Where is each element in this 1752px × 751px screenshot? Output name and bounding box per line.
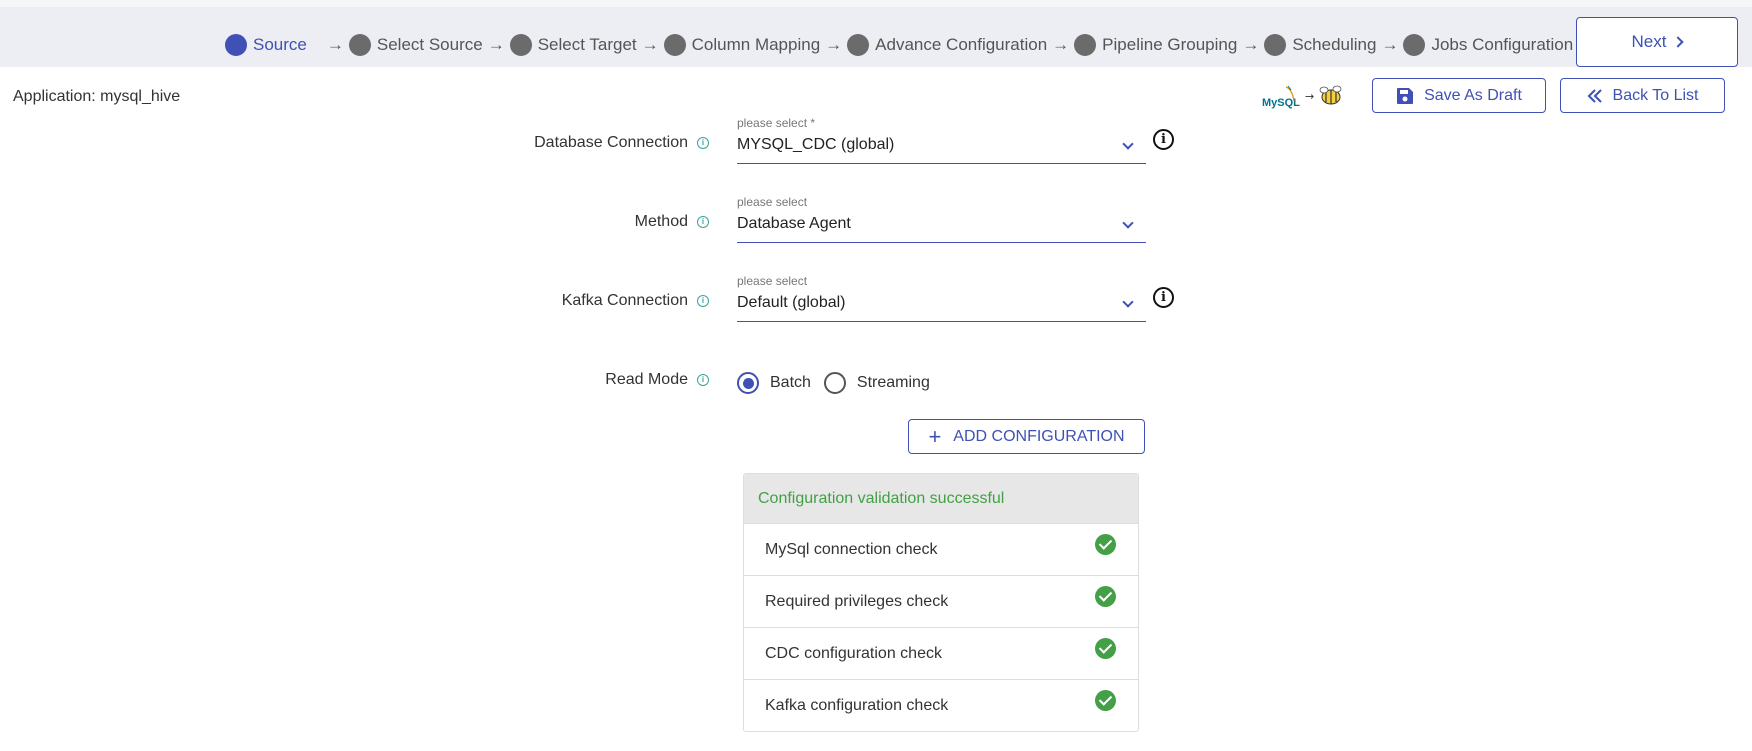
step-dot-icon (847, 34, 870, 56)
check-label: MySql connection check (765, 540, 938, 558)
step-column-mapping[interactable]: Column Mapping (663, 34, 821, 56)
validation-title: Configuration validation successful (744, 474, 1138, 523)
select-value: Default (global) (737, 294, 846, 311)
step-label: Column Mapping (691, 35, 821, 54)
step-arrow: → (825, 35, 843, 54)
application-name: Application: mysql_hive (13, 88, 181, 105)
check-row-mysql-connection: MySql connection check (744, 523, 1138, 575)
step-arrow: → (326, 35, 344, 54)
save-as-draft-label: Save As Draft (1424, 86, 1522, 104)
step-jobs-configuration[interactable]: Jobs Configuration (1403, 34, 1573, 56)
next-button-label: Next (1631, 32, 1667, 51)
step-advance-configuration[interactable]: Advance Configuration (847, 34, 1047, 56)
step-label: Jobs Configuration (1431, 35, 1574, 54)
step-label: Select Source (376, 35, 483, 54)
back-to-list-button[interactable]: Back To List (1560, 78, 1725, 113)
add-configuration-label: ADD CONFIGURATION (953, 427, 1125, 445)
step-label: Advance Configuration (875, 35, 1048, 54)
select-placeholder: please select (737, 195, 808, 209)
mysql-to-hive-logo: MySQL → (1260, 82, 1350, 112)
step-dot-icon (509, 34, 532, 56)
step-dot-icon (663, 34, 686, 56)
stepper: Source → Select Source → Select Target →… (225, 29, 1573, 61)
read-mode-label: Read Mode (605, 371, 688, 388)
step-scheduling[interactable]: Scheduling (1264, 34, 1376, 56)
next-button[interactable]: Next (1576, 17, 1738, 67)
check-circle-icon (1095, 690, 1116, 711)
streaming-radio[interactable] (823, 372, 846, 394)
info-circle-icon[interactable]: i (1153, 129, 1174, 150)
check-label: Required privileges check (765, 592, 949, 610)
check-row-kafka-configuration: Kafka configuration check (744, 679, 1138, 731)
step-label: Scheduling (1292, 35, 1377, 54)
select-placeholder: please select * (737, 116, 816, 130)
save-as-draft-button[interactable]: Save As Draft (1372, 78, 1546, 113)
step-label: Select Target (537, 35, 637, 54)
step-pipeline-grouping[interactable]: Pipeline Grouping (1074, 34, 1237, 56)
floppy-disk-icon (1397, 87, 1414, 104)
chevron-right-icon (1672, 36, 1685, 48)
info-icon[interactable]: i (697, 137, 709, 149)
step-dot-icon (1074, 34, 1097, 56)
kafka-connection-label: Kafka Connection (561, 292, 688, 309)
validation-panel: Configuration validation successful MySq… (743, 473, 1139, 732)
check-label: Kafka configuration check (765, 696, 949, 714)
step-select-target[interactable]: Select Target (509, 34, 637, 56)
back-to-list-label: Back To List (1612, 86, 1699, 104)
info-icon[interactable]: i (697, 374, 709, 386)
method-select[interactable]: please select Database Agent (737, 195, 1146, 243)
add-configuration-button[interactable]: + ADD CONFIGURATION (908, 419, 1145, 454)
step-arrow: → (641, 35, 659, 54)
step-dot-icon (348, 34, 371, 56)
method-label: Method (634, 213, 688, 230)
check-circle-icon (1095, 534, 1116, 555)
check-circle-icon (1095, 586, 1116, 607)
step-source[interactable]: Source (225, 34, 307, 56)
select-value: Database Agent (737, 215, 851, 232)
select-value: MYSQL_CDC (global) (737, 136, 895, 153)
step-dot-icon (225, 34, 247, 56)
mysql-logo-text: MySQL (1262, 97, 1300, 109)
mysql-logo-icon: MySQL → (1262, 85, 1342, 109)
select-placeholder: please select (737, 274, 808, 288)
logo-arrow: → (1305, 90, 1314, 103)
batch-radio[interactable] (737, 372, 759, 394)
hive-bee-icon (1319, 85, 1342, 105)
check-row-required-privileges: Required privileges check (744, 575, 1138, 627)
check-circle-icon (1095, 638, 1116, 659)
batch-radio-label[interactable]: Batch (770, 374, 811, 392)
step-dot-icon (1403, 34, 1426, 56)
step-arrow: → (487, 35, 505, 54)
step-select-source[interactable]: Select Source (348, 34, 483, 56)
read-mode-radio-group: Batch Streaming (737, 372, 943, 394)
database-connection-select[interactable]: please select * MYSQL_CDC (global) (737, 116, 1146, 164)
chevron-down-icon (1122, 217, 1134, 229)
streaming-radio-label[interactable]: Streaming (857, 374, 930, 392)
step-arrow: → (1052, 35, 1070, 54)
chevron-down-icon (1122, 296, 1134, 308)
info-circle-icon[interactable]: i (1153, 287, 1174, 308)
kafka-connection-select[interactable]: please select Default (global) (737, 274, 1146, 322)
info-icon[interactable]: i (697, 295, 709, 307)
step-arrow: → (1381, 35, 1399, 54)
database-connection-label: Database Connection (534, 134, 688, 151)
step-label: Pipeline Grouping (1102, 35, 1238, 54)
double-chevron-left-icon (1587, 88, 1602, 103)
step-dot-icon (1264, 34, 1287, 56)
plus-icon: + (928, 423, 942, 449)
step-arrow: → (1242, 35, 1260, 54)
chevron-down-icon (1122, 138, 1134, 150)
step-label: Source (253, 35, 307, 54)
check-label: CDC configuration check (765, 644, 942, 662)
info-icon[interactable]: i (697, 216, 709, 228)
stepper-bar: Source → Select Source → Select Target →… (0, 0, 1752, 67)
check-row-cdc-configuration: CDC configuration check (744, 627, 1138, 679)
